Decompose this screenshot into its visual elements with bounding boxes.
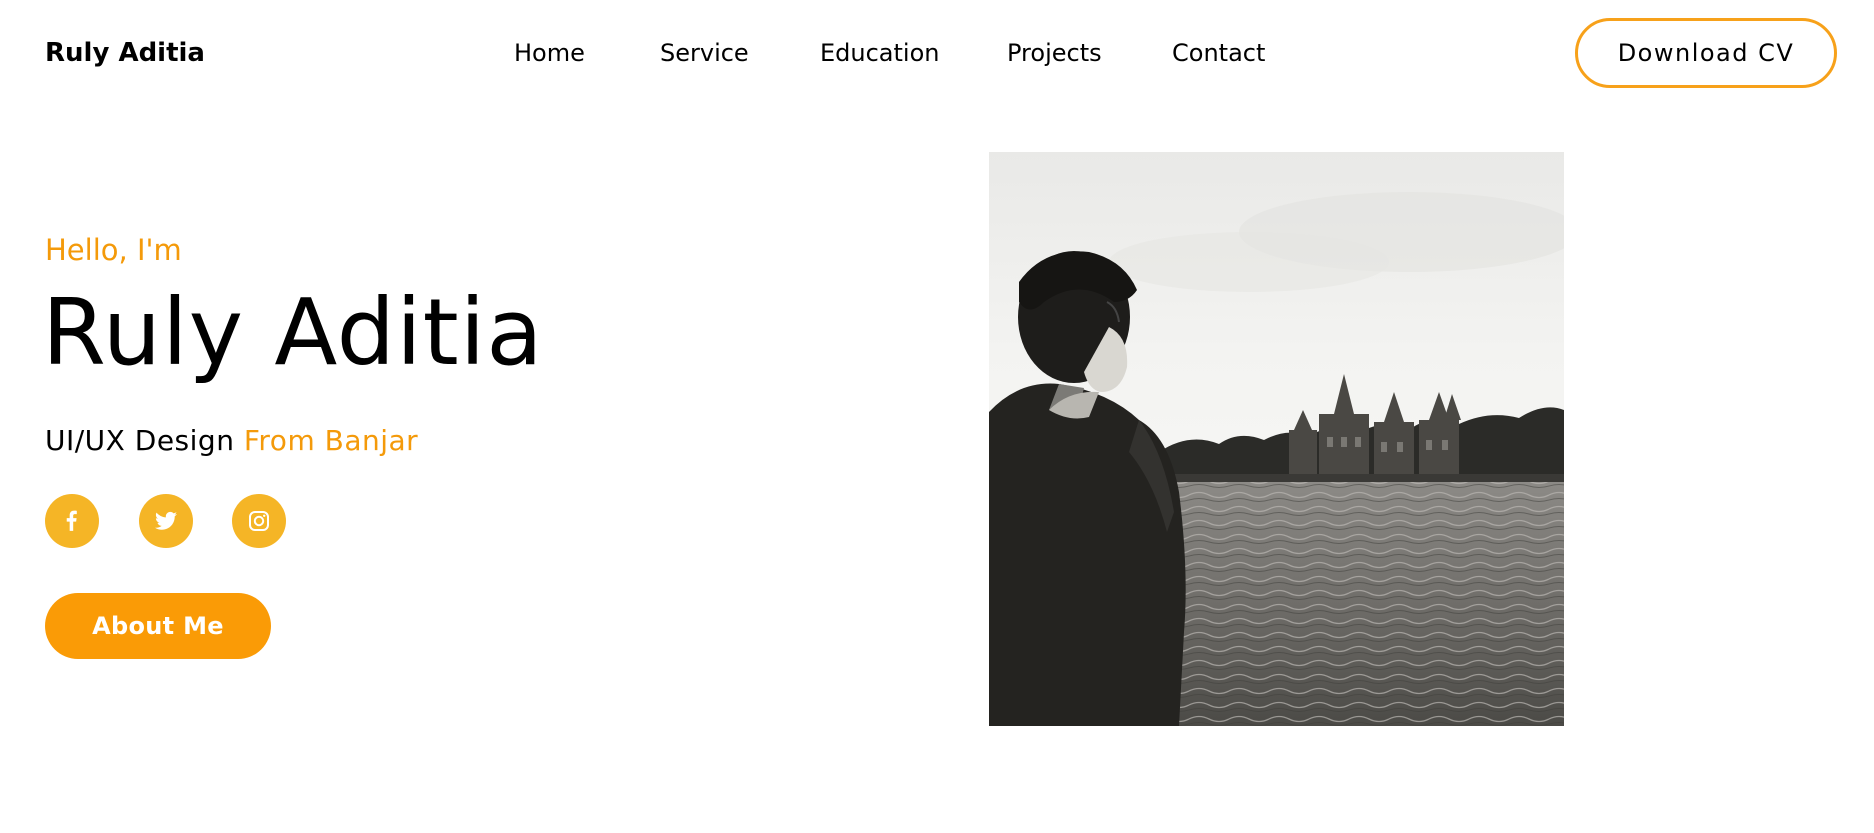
role-title: UI/UX Design <box>45 424 235 457</box>
twitter-icon <box>155 511 177 530</box>
hero-name: Ruly Aditia <box>42 279 544 386</box>
nav-education[interactable]: Education <box>820 36 939 70</box>
hero-role: UI/UX Design From Banjar <box>45 421 418 461</box>
facebook-icon <box>66 510 77 531</box>
instagram-link[interactable] <box>232 494 286 548</box>
instagram-icon <box>249 511 269 531</box>
about-me-button[interactable]: About Me <box>45 593 271 659</box>
facebook-link[interactable] <box>45 494 99 548</box>
nav-projects[interactable]: Projects <box>1007 36 1102 70</box>
hero-photo <box>989 152 1564 726</box>
download-cv-button[interactable]: Download CV <box>1575 18 1837 88</box>
twitter-link[interactable] <box>139 494 193 548</box>
profile-photo-image <box>989 152 1564 726</box>
hero-greeting: Hello, I'm <box>45 233 182 267</box>
nav-home[interactable]: Home <box>514 36 585 70</box>
role-location: From Banjar <box>243 424 419 457</box>
nav-service[interactable]: Service <box>660 36 749 70</box>
nav-contact[interactable]: Contact <box>1172 36 1265 70</box>
